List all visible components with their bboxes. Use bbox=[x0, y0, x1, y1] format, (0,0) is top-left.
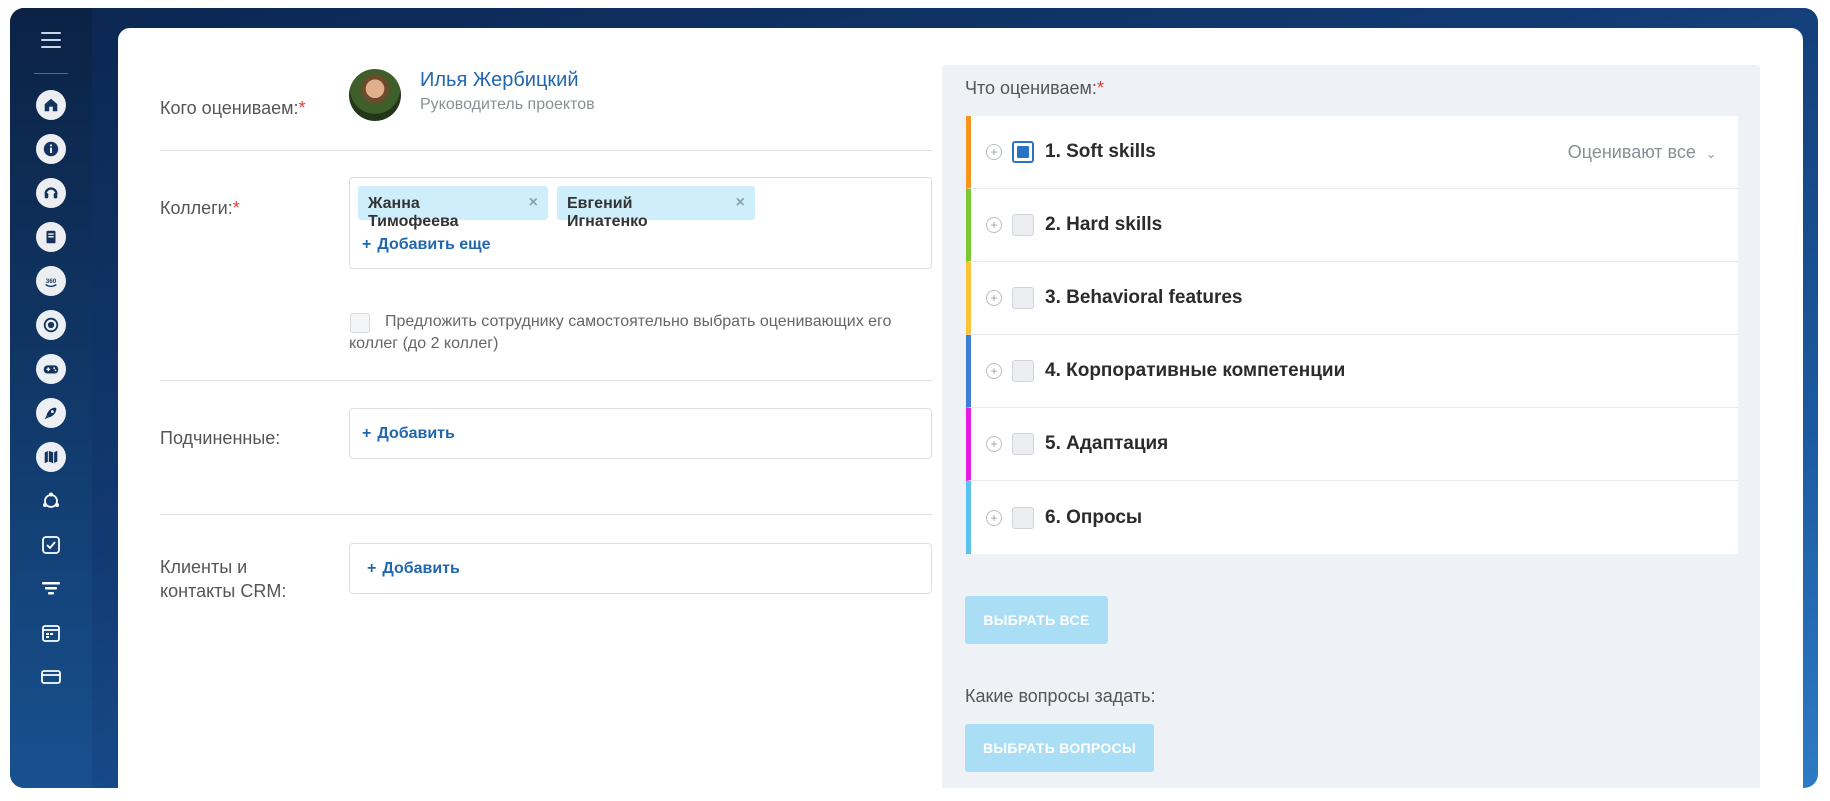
menu-icon[interactable] bbox=[41, 32, 61, 48]
competency-checkbox[interactable] bbox=[1012, 214, 1034, 236]
competency-name: 3. Behavioral features bbox=[1045, 287, 1243, 308]
evaluators-dropdown[interactable]: Оценивают все ⌄ bbox=[1568, 142, 1716, 163]
colleagues-field[interactable]: Жанна Тимофеева × Евгений Игнатенко × + Д… bbox=[349, 177, 932, 269]
expand-icon[interactable]: + bbox=[986, 290, 1002, 306]
competency-item[interactable]: + 6. Опросы bbox=[966, 481, 1738, 554]
person-name-link[interactable]: Илья Жербицкий bbox=[420, 69, 579, 92]
support-icon[interactable] bbox=[36, 178, 66, 208]
chevron-down-icon: ⌄ bbox=[1705, 146, 1716, 161]
who-label: Кого оцениваем:* bbox=[160, 98, 306, 118]
divider bbox=[160, 514, 932, 515]
what-label: Что оцениваем:* bbox=[965, 78, 1104, 98]
360-review-icon[interactable]: 360 bbox=[36, 266, 66, 296]
home-icon[interactable] bbox=[36, 90, 66, 120]
competency-list: + 1. Soft skills Оценивают все ⌄ + 2. Har… bbox=[966, 116, 1738, 554]
expand-icon[interactable]: + bbox=[986, 144, 1002, 160]
person-role: Руководитель проектов bbox=[420, 96, 595, 113]
expand-icon[interactable]: + bbox=[986, 217, 1002, 233]
competency-checkbox[interactable] bbox=[1012, 433, 1034, 455]
calendar-icon[interactable] bbox=[36, 618, 66, 648]
checkbox-icon[interactable] bbox=[36, 530, 66, 560]
rocket-icon[interactable] bbox=[36, 398, 66, 428]
competency-checkbox[interactable] bbox=[1012, 506, 1034, 529]
competency-name: 5. Адаптация bbox=[1045, 433, 1169, 454]
competency-item[interactable]: + 3. Behavioral features bbox=[966, 262, 1738, 335]
expand-icon[interactable]: + bbox=[986, 509, 1002, 526]
avatar bbox=[349, 69, 401, 121]
map-icon[interactable] bbox=[36, 442, 66, 472]
competency-item[interactable]: + 5. Адаптация bbox=[966, 408, 1738, 481]
funnel-icon[interactable] bbox=[36, 574, 66, 604]
info-icon[interactable] bbox=[36, 134, 66, 164]
competency-name: 4. Корпоративные компетенции bbox=[1045, 360, 1346, 381]
add-subordinate-link[interactable]: + Добавить bbox=[362, 425, 455, 443]
competency-checkbox[interactable] bbox=[1012, 360, 1034, 382]
expand-icon[interactable]: + bbox=[986, 436, 1002, 452]
colleagues-label: Коллеги:* bbox=[160, 198, 240, 218]
card-icon[interactable] bbox=[36, 662, 66, 692]
sidebar-divider bbox=[34, 73, 68, 74]
evaluation-form-card: Кого оцениваем:* Илья Жербицкий Руководи… bbox=[118, 28, 1803, 788]
remove-icon[interactable]: × bbox=[529, 194, 538, 212]
sidebar: 360 bbox=[10, 8, 92, 788]
add-crm-contact-link[interactable]: + Добавить bbox=[367, 560, 460, 578]
crm-label: Клиенты и контакты CRM: bbox=[160, 557, 287, 601]
plus-icon: + bbox=[362, 425, 372, 442]
competency-name: 1. Soft skills bbox=[1045, 141, 1156, 162]
competency-name: 2. Hard skills bbox=[1045, 214, 1163, 235]
app-window: 360 Кого оцениваем:* Илья Жербицкий Руко… bbox=[10, 8, 1818, 788]
self-select-label: Предложить сотруднику самостоятельно выб… bbox=[349, 313, 892, 352]
gamepad-icon[interactable] bbox=[36, 354, 66, 384]
document-icon[interactable] bbox=[36, 222, 66, 252]
subordinates-field[interactable]: + Добавить bbox=[349, 408, 932, 459]
competency-name: 6. Опросы bbox=[1045, 506, 1143, 528]
expand-icon[interactable]: + bbox=[986, 363, 1002, 379]
competency-item[interactable]: + 1. Soft skills Оценивают все ⌄ bbox=[966, 116, 1738, 189]
target-icon[interactable] bbox=[36, 310, 66, 340]
subordinates-label: Подчиненные: bbox=[160, 428, 281, 448]
network-icon[interactable] bbox=[36, 486, 66, 516]
colleague-tag[interactable]: Евгений Игнатенко × bbox=[557, 186, 755, 230]
remove-icon[interactable]: × bbox=[736, 194, 745, 212]
select-questions-button[interactable]: ВЫБРАТЬ ВОПРОСЫ bbox=[965, 724, 1154, 772]
colleague-tag[interactable]: Жанна Тимофеева × bbox=[358, 186, 548, 230]
competency-checkbox[interactable] bbox=[1012, 287, 1034, 309]
360-badge-text: 360 bbox=[46, 278, 57, 285]
plus-icon: + bbox=[362, 236, 372, 253]
plus-icon: + bbox=[367, 560, 377, 577]
competency-item[interactable]: + 2. Hard skills bbox=[966, 189, 1738, 262]
questions-label: Какие вопросы задать: bbox=[965, 686, 1156, 706]
divider bbox=[160, 150, 932, 151]
add-more-colleagues-link[interactable]: + Добавить еще bbox=[362, 236, 491, 254]
what-panel: Что оцениваем:* + 1. Soft skills Оценива… bbox=[942, 65, 1760, 788]
divider bbox=[160, 380, 932, 381]
crm-contacts-field[interactable]: + Добавить bbox=[349, 543, 932, 594]
competency-item[interactable]: + 4. Корпоративные компетенции bbox=[966, 335, 1738, 408]
select-all-button[interactable]: ВЫБРАТЬ ВСЕ bbox=[965, 596, 1108, 644]
competency-checkbox[interactable] bbox=[1012, 141, 1034, 163]
